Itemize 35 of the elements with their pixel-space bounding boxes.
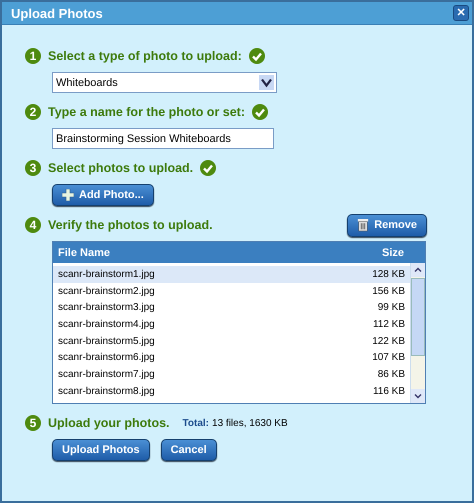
trash-icon [357, 218, 370, 232]
file-row[interactable]: scanr-brainstorm3.jpg 99 KB [53, 299, 410, 316]
step-number: 5 [25, 415, 41, 431]
dialog-button[interactable]: Cancel [160, 439, 217, 461]
dialog-button[interactable]: Upload Photos [52, 439, 150, 461]
step-label: Select photos to upload. [48, 161, 194, 175]
step-number: 3 [25, 160, 41, 176]
scroll-up-icon[interactable] [411, 263, 425, 277]
file-row[interactable]: scanr-brainstorm7.jpg 86 KB [53, 366, 410, 383]
type-dropdown[interactable]: Whiteboards [52, 72, 277, 93]
total-value: 13 files, 1630 KB [212, 418, 288, 428]
step-number: 1 [25, 48, 41, 64]
total-label: Total: [182, 418, 210, 428]
scrollbar[interactable] [410, 263, 425, 403]
file-row[interactable]: scanr-brainstorm8.jpg 116 KB [53, 382, 410, 400]
column-header: Size [382, 246, 404, 258]
name-field[interactable]: Brainstorming Session Whiteboards [52, 128, 274, 149]
step-label: Select a type of photo to upload: [48, 49, 242, 63]
file-row[interactable]: scanr-brainstorm1.jpg 128 KB [53, 266, 410, 283]
step-label: Verify the photos to upload. [48, 218, 213, 232]
remove-button[interactable]: Remove [347, 214, 427, 236]
close-button[interactable]: ✕ [453, 5, 469, 21]
add-photo-button[interactable]: Add Photo... [52, 184, 154, 206]
plus-icon [62, 189, 74, 201]
step-number: 4 [25, 217, 41, 233]
scroll-down-icon[interactable] [411, 389, 425, 403]
column-header: File Name [58, 246, 110, 258]
file-row[interactable]: scanr-brainstorm5.jpg 122 KB [53, 332, 410, 350]
file-row[interactable]: scanr-brainstorm2.jpg 156 KB [53, 282, 410, 300]
file-row[interactable]: scanr-brainstorm6.jpg 107 KB [53, 349, 410, 366]
step-number: 2 [25, 104, 41, 120]
file-row[interactable]: scanr-brainstorm4.jpg 112 KB [53, 316, 410, 333]
window-title: Upload Photos [11, 6, 103, 20]
step-label: Upload your photos. [48, 416, 170, 430]
step-label: Type a name for the photo or set: [48, 105, 246, 119]
